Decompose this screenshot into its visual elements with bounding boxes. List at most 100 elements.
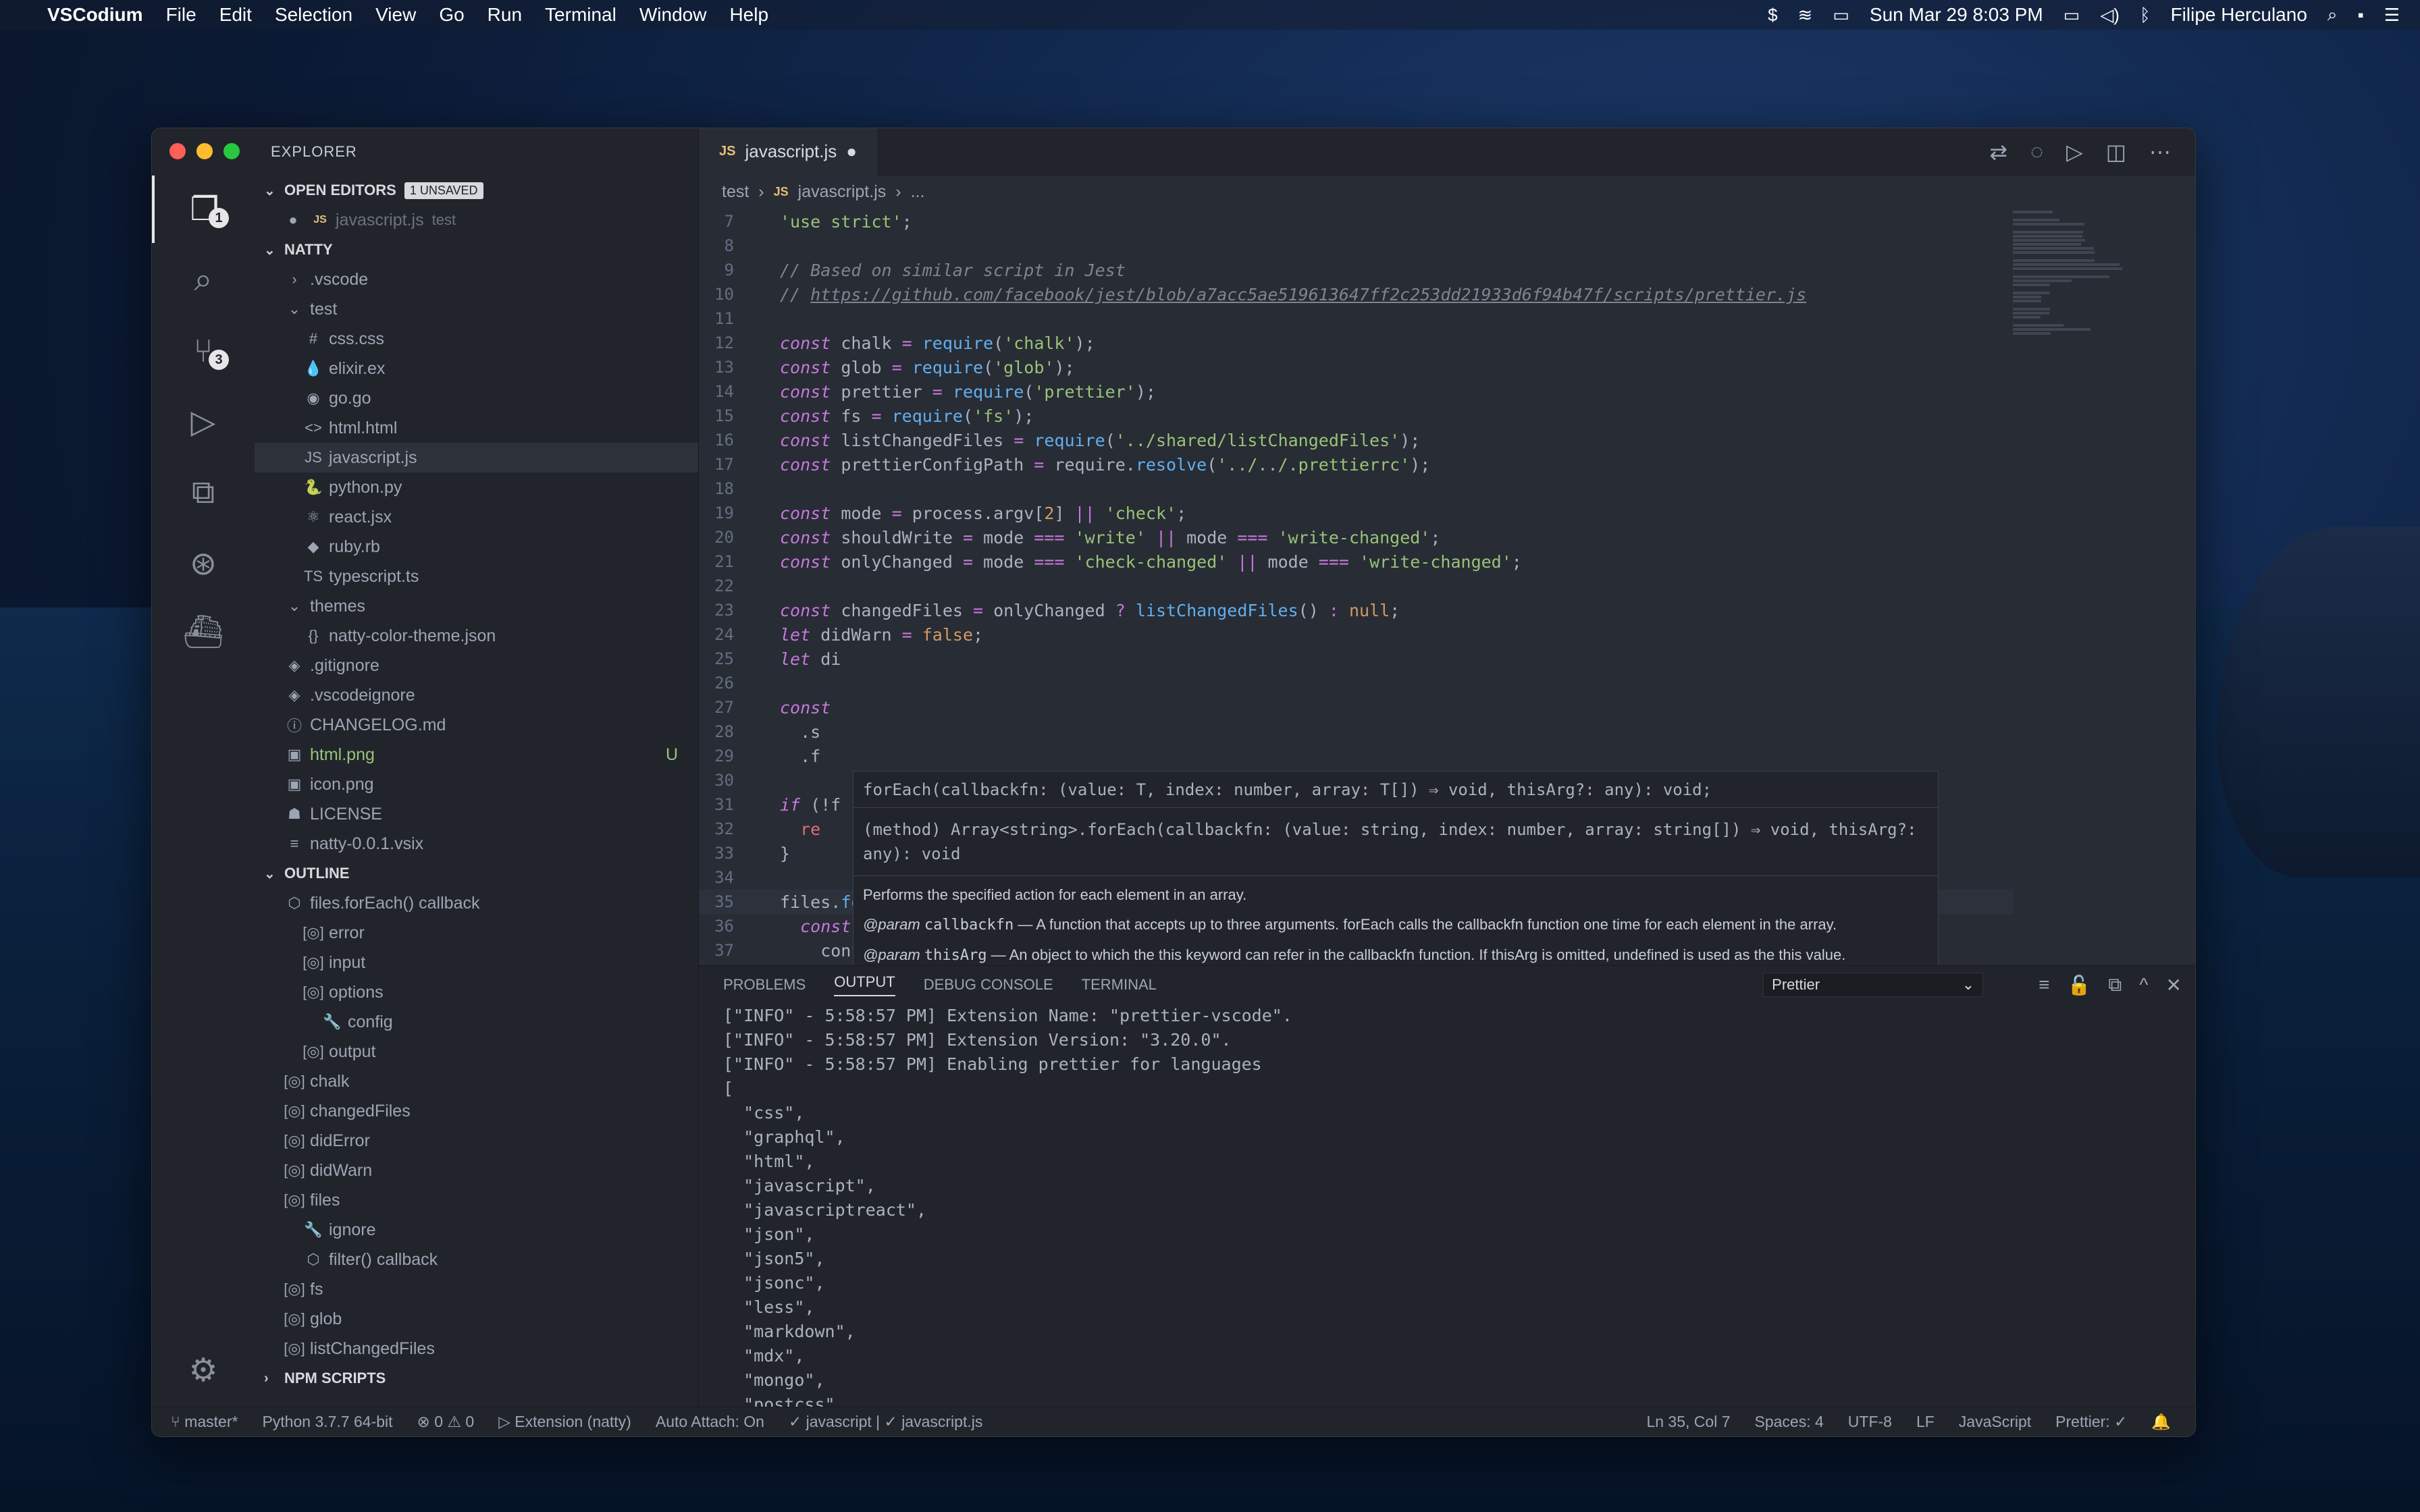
- outline-item[interactable]: ⬡ files.forEach() callback: [255, 888, 698, 918]
- outline-item[interactable]: 🔧 ignore: [255, 1215, 698, 1245]
- code-line[interactable]: 8: [699, 234, 2013, 258]
- outline-item[interactable]: ⬡ filter() callback: [255, 1245, 698, 1274]
- eslint-status[interactable]: ✓ javascript | ✓ javascript.js: [789, 1413, 982, 1431]
- menu-selection[interactable]: Selection: [275, 4, 352, 26]
- file-tree-item[interactable]: ≡ natty-0.0.1.vsix: [255, 829, 698, 859]
- output-log[interactable]: ["INFO" - 5:58:57 PM] Extension Name: "p…: [699, 1004, 2195, 1417]
- battery-icon[interactable]: ▭: [1833, 5, 1849, 26]
- output-channel-select[interactable]: Prettier ⌄: [1763, 973, 1984, 997]
- lock-scroll-icon[interactable]: 🔓: [2068, 974, 2091, 996]
- bluetooth-icon[interactable]: ᛒ: [2140, 5, 2151, 26]
- airplay-icon[interactable]: ▭: [2063, 5, 2080, 26]
- code-line[interactable]: 19 const mode = process.argv[2] || 'check…: [699, 501, 2013, 525]
- minimap[interactable]: [2013, 209, 2182, 547]
- run-icon[interactable]: ▷: [2066, 139, 2083, 165]
- file-tree-item[interactable]: # css.css: [255, 324, 698, 354]
- open-changes-icon[interactable]: ⇄: [1989, 139, 2007, 165]
- breadcrumb-symbol[interactable]: ...: [911, 182, 925, 202]
- problems-count[interactable]: ⊗ 0 ⚠ 0: [417, 1413, 475, 1431]
- menu-view[interactable]: View: [375, 4, 416, 26]
- outline-header[interactable]: ⌄ OUTLINE: [255, 859, 698, 888]
- docker-icon[interactable]: ⛴: [152, 597, 255, 665]
- outline-item[interactable]: [◎] chalk: [255, 1066, 698, 1096]
- file-tree-item[interactable]: ⚛ react.jsx: [255, 502, 698, 532]
- file-tree-item[interactable]: <> html.html: [255, 413, 698, 443]
- breadcrumb-file[interactable]: javascript.js: [798, 182, 887, 202]
- outline-item[interactable]: [◎] didError: [255, 1126, 698, 1156]
- outline-item[interactable]: [◎] input: [255, 948, 698, 977]
- tab-problems[interactable]: PROBLEMS: [723, 976, 806, 994]
- source-control-icon[interactable]: ⑂ 3: [152, 317, 255, 385]
- comment-icon[interactable]: ◌: [2030, 139, 2043, 165]
- outline-item[interactable]: [◎] error: [255, 918, 698, 948]
- code-line[interactable]: 21 const onlyChanged = mode === 'check-ch…: [699, 549, 2013, 574]
- outline-item[interactable]: [◎] didWarn: [255, 1156, 698, 1185]
- close-panel-icon[interactable]: ✕: [2166, 974, 2182, 996]
- user-name[interactable]: Filipe Herculano: [2171, 4, 2307, 26]
- code-line[interactable]: 14 const prettier = require('prettier');: [699, 379, 2013, 404]
- menu-help[interactable]: Help: [729, 4, 768, 26]
- file-tree-item[interactable]: ◈ .vscodeignore: [255, 680, 698, 710]
- menu-go[interactable]: Go: [439, 4, 464, 26]
- open-editor-item[interactable]: ● JS javascript.js test: [255, 205, 698, 235]
- file-tree-item[interactable]: ◈ .gitignore: [255, 651, 698, 680]
- python-interpreter[interactable]: Python 3.7.7 64-bit: [262, 1413, 392, 1431]
- code-line[interactable]: 28 .s: [699, 720, 2013, 744]
- menu-file[interactable]: File: [166, 4, 196, 26]
- run-debug-icon[interactable]: ▷: [152, 388, 255, 456]
- wifi-icon[interactable]: ≋: [1798, 5, 1813, 26]
- outline-item[interactable]: [◎] changedFiles: [255, 1096, 698, 1126]
- extension-host[interactable]: ▷ Extension (natty): [498, 1413, 631, 1431]
- file-tree-item[interactable]: › .vscode: [255, 265, 698, 294]
- project-header[interactable]: ⌄ NATTY: [255, 235, 698, 265]
- zoom-window-button[interactable]: [223, 143, 240, 159]
- code-line[interactable]: 24 let didWarn = false;: [699, 622, 2013, 647]
- indentation[interactable]: Spaces: 4: [1754, 1413, 1823, 1431]
- code-line[interactable]: 15 const fs = require('fs');: [699, 404, 2013, 428]
- code-line[interactable]: 12 const chalk = require('chalk');: [699, 331, 2013, 355]
- notifications-bell-icon[interactable]: 🔔: [2151, 1413, 2171, 1431]
- npm-scripts-header[interactable]: › NPM SCRIPTS: [255, 1364, 698, 1393]
- git-graph-icon[interactable]: ⊛: [152, 530, 255, 597]
- minimize-window-button[interactable]: [196, 143, 213, 159]
- code-line[interactable]: 9 // Based on similar script in Jest: [699, 258, 2013, 282]
- code-line[interactable]: 13 const glob = require('glob');: [699, 355, 2013, 379]
- tab-output[interactable]: OUTPUT: [834, 973, 895, 996]
- dollar-menu-icon[interactable]: $: [1768, 5, 1777, 26]
- file-tree-item[interactable]: ⌄ test: [255, 294, 698, 324]
- file-tree-item[interactable]: 💧 elixir.ex: [255, 354, 698, 383]
- code-line[interactable]: 25 let di: [699, 647, 2013, 671]
- outline-item[interactable]: [◎] listChangedFiles: [255, 1334, 698, 1364]
- code-line[interactable]: 26: [699, 671, 2013, 695]
- clear-output-icon[interactable]: ≡: [2038, 974, 2049, 996]
- file-tree-item[interactable]: {} natty-color-theme.json: [255, 621, 698, 651]
- file-tree-item[interactable]: TS typescript.ts: [255, 562, 698, 591]
- split-editor-icon[interactable]: ◫: [2106, 139, 2126, 165]
- tab-terminal[interactable]: TERMINAL: [1082, 976, 1157, 994]
- code-line[interactable]: 10 // https://github.com/facebook/jest/bl…: [699, 282, 2013, 306]
- code-line[interactable]: 29 .f: [699, 744, 2013, 768]
- code-line[interactable]: 22: [699, 574, 2013, 598]
- extensions-icon[interactable]: ⧉: [152, 459, 255, 526]
- settings-gear-icon[interactable]: ⚙: [152, 1336, 255, 1404]
- code-line[interactable]: 20 const shouldWrite = mode === 'write' |…: [699, 525, 2013, 549]
- outline-item[interactable]: [◎] output: [255, 1037, 698, 1066]
- file-tree-item[interactable]: 🐍 python.py: [255, 473, 698, 502]
- tab-debug-console[interactable]: DEBUG CONSOLE: [924, 976, 1053, 994]
- end-of-line[interactable]: LF: [1916, 1413, 1935, 1431]
- code-line[interactable]: 27 const: [699, 695, 2013, 720]
- file-tree-item[interactable]: ▣ html.png U: [255, 740, 698, 770]
- open-editors-header[interactable]: ⌄ OPEN EDITORS 1 UNSAVED: [255, 176, 698, 205]
- menu-window[interactable]: Window: [639, 4, 707, 26]
- cursor-position[interactable]: Ln 35, Col 7: [1646, 1413, 1730, 1431]
- language-mode[interactable]: JavaScript: [1959, 1413, 2031, 1431]
- control-center-icon[interactable]: ☰: [2384, 5, 2400, 26]
- outline-item[interactable]: 🔧 config: [255, 1007, 698, 1037]
- prettier-status[interactable]: Prettier: ✓: [2055, 1413, 2127, 1431]
- menu-run[interactable]: Run: [488, 4, 522, 26]
- code-line[interactable]: 11: [699, 306, 2013, 331]
- encoding[interactable]: UTF-8: [1848, 1413, 1892, 1431]
- auto-attach[interactable]: Auto Attach: On: [656, 1413, 764, 1431]
- code-line[interactable]: 23 const changedFiles = onlyChanged ? lis…: [699, 598, 2013, 622]
- open-log-icon[interactable]: ⧉: [2108, 974, 2122, 996]
